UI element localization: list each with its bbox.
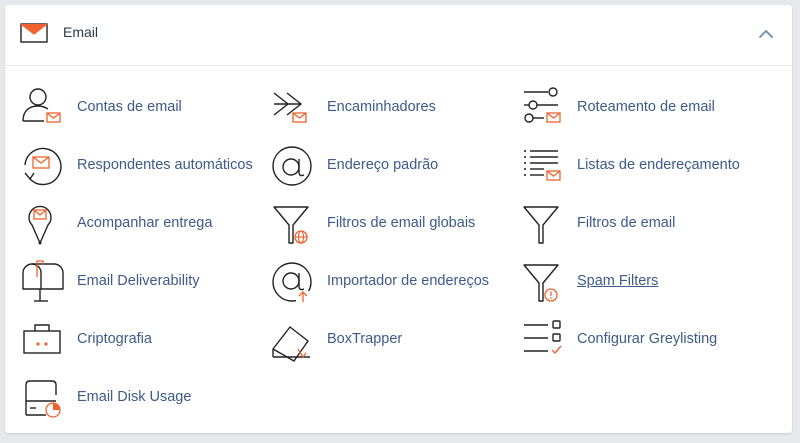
- item-label[interactable]: Roteamento de email: [577, 99, 715, 115]
- item-label[interactable]: Listas de endereçamento: [577, 157, 740, 173]
- item-configurar-greylisting[interactable]: Configurar Greylisting: [520, 317, 770, 363]
- item-label[interactable]: Email Disk Usage: [77, 389, 191, 405]
- item-label[interactable]: Endereço padrão: [327, 157, 438, 173]
- item-email-deliverability[interactable]: Email Deliverability: [20, 259, 270, 305]
- email-section-header[interactable]: Email: [5, 5, 792, 66]
- auto-reply-icon: [20, 143, 66, 189]
- forward-arrows-icon: [270, 85, 316, 131]
- item-encaminhadores[interactable]: Encaminhadores: [270, 85, 520, 131]
- item-acompanhar-entrega[interactable]: Acompanhar entrega: [20, 201, 270, 247]
- item-respondentes-automaticos[interactable]: Respondentes automáticos: [20, 143, 270, 189]
- item-contas-de-email[interactable]: Contas de email: [20, 85, 270, 131]
- item-filtros-de-email-globais[interactable]: Filtros de email globais: [270, 201, 520, 247]
- mailing-list-icon: [520, 143, 566, 189]
- at-import-icon: [270, 259, 316, 305]
- item-listas-de-enderecamento[interactable]: Listas de endereçamento: [520, 143, 770, 189]
- map-pin-mail-icon: [20, 201, 66, 247]
- boxtrapper-icon: [270, 317, 316, 363]
- item-criptografia[interactable]: Criptografia: [20, 317, 270, 363]
- routing-icon: [520, 85, 566, 131]
- encryption-icon: [20, 317, 66, 363]
- item-label[interactable]: BoxTrapper: [327, 331, 402, 347]
- item-label[interactable]: Filtros de email globais: [327, 215, 475, 231]
- mailbox-icon: [20, 259, 66, 305]
- email-section-panel: Email Contas de email Encaminhadores Rot…: [5, 5, 792, 433]
- item-endereco-padrao[interactable]: Endereço padrão: [270, 143, 520, 189]
- user-mail-icon: [20, 85, 66, 131]
- item-label[interactable]: Configurar Greylisting: [577, 331, 717, 347]
- item-label[interactable]: Filtros de email: [577, 215, 675, 231]
- item-roteamento-de-email[interactable]: Roteamento de email: [520, 85, 770, 131]
- funnel-globe-icon: [270, 201, 316, 247]
- section-title: Email: [63, 24, 99, 40]
- item-spam-filters[interactable]: Spam Filters: [520, 259, 770, 305]
- item-filtros-de-email[interactable]: Filtros de email: [520, 201, 770, 247]
- item-boxtrapper[interactable]: BoxTrapper: [270, 317, 520, 363]
- greylisting-icon: [520, 317, 566, 363]
- item-label[interactable]: Criptografia: [77, 331, 152, 347]
- item-importador-de-enderecos[interactable]: Importador de endereços: [270, 259, 520, 305]
- item-label[interactable]: Importador de endereços: [327, 273, 489, 289]
- disk-usage-icon: [20, 375, 66, 421]
- funnel-icon: [520, 201, 566, 247]
- item-email-disk-usage[interactable]: Email Disk Usage: [20, 375, 270, 421]
- chevron-up-icon[interactable]: [756, 24, 776, 44]
- item-label[interactable]: Acompanhar entrega: [77, 215, 212, 231]
- at-sign-icon: [270, 143, 316, 189]
- item-label[interactable]: Email Deliverability: [77, 273, 199, 289]
- item-label[interactable]: Encaminhadores: [327, 99, 436, 115]
- item-label[interactable]: Spam Filters: [577, 273, 658, 289]
- funnel-warning-icon: [520, 259, 566, 305]
- item-label[interactable]: Contas de email: [77, 99, 182, 115]
- item-label[interactable]: Respondentes automáticos: [77, 157, 253, 173]
- envelope-icon: [20, 21, 50, 45]
